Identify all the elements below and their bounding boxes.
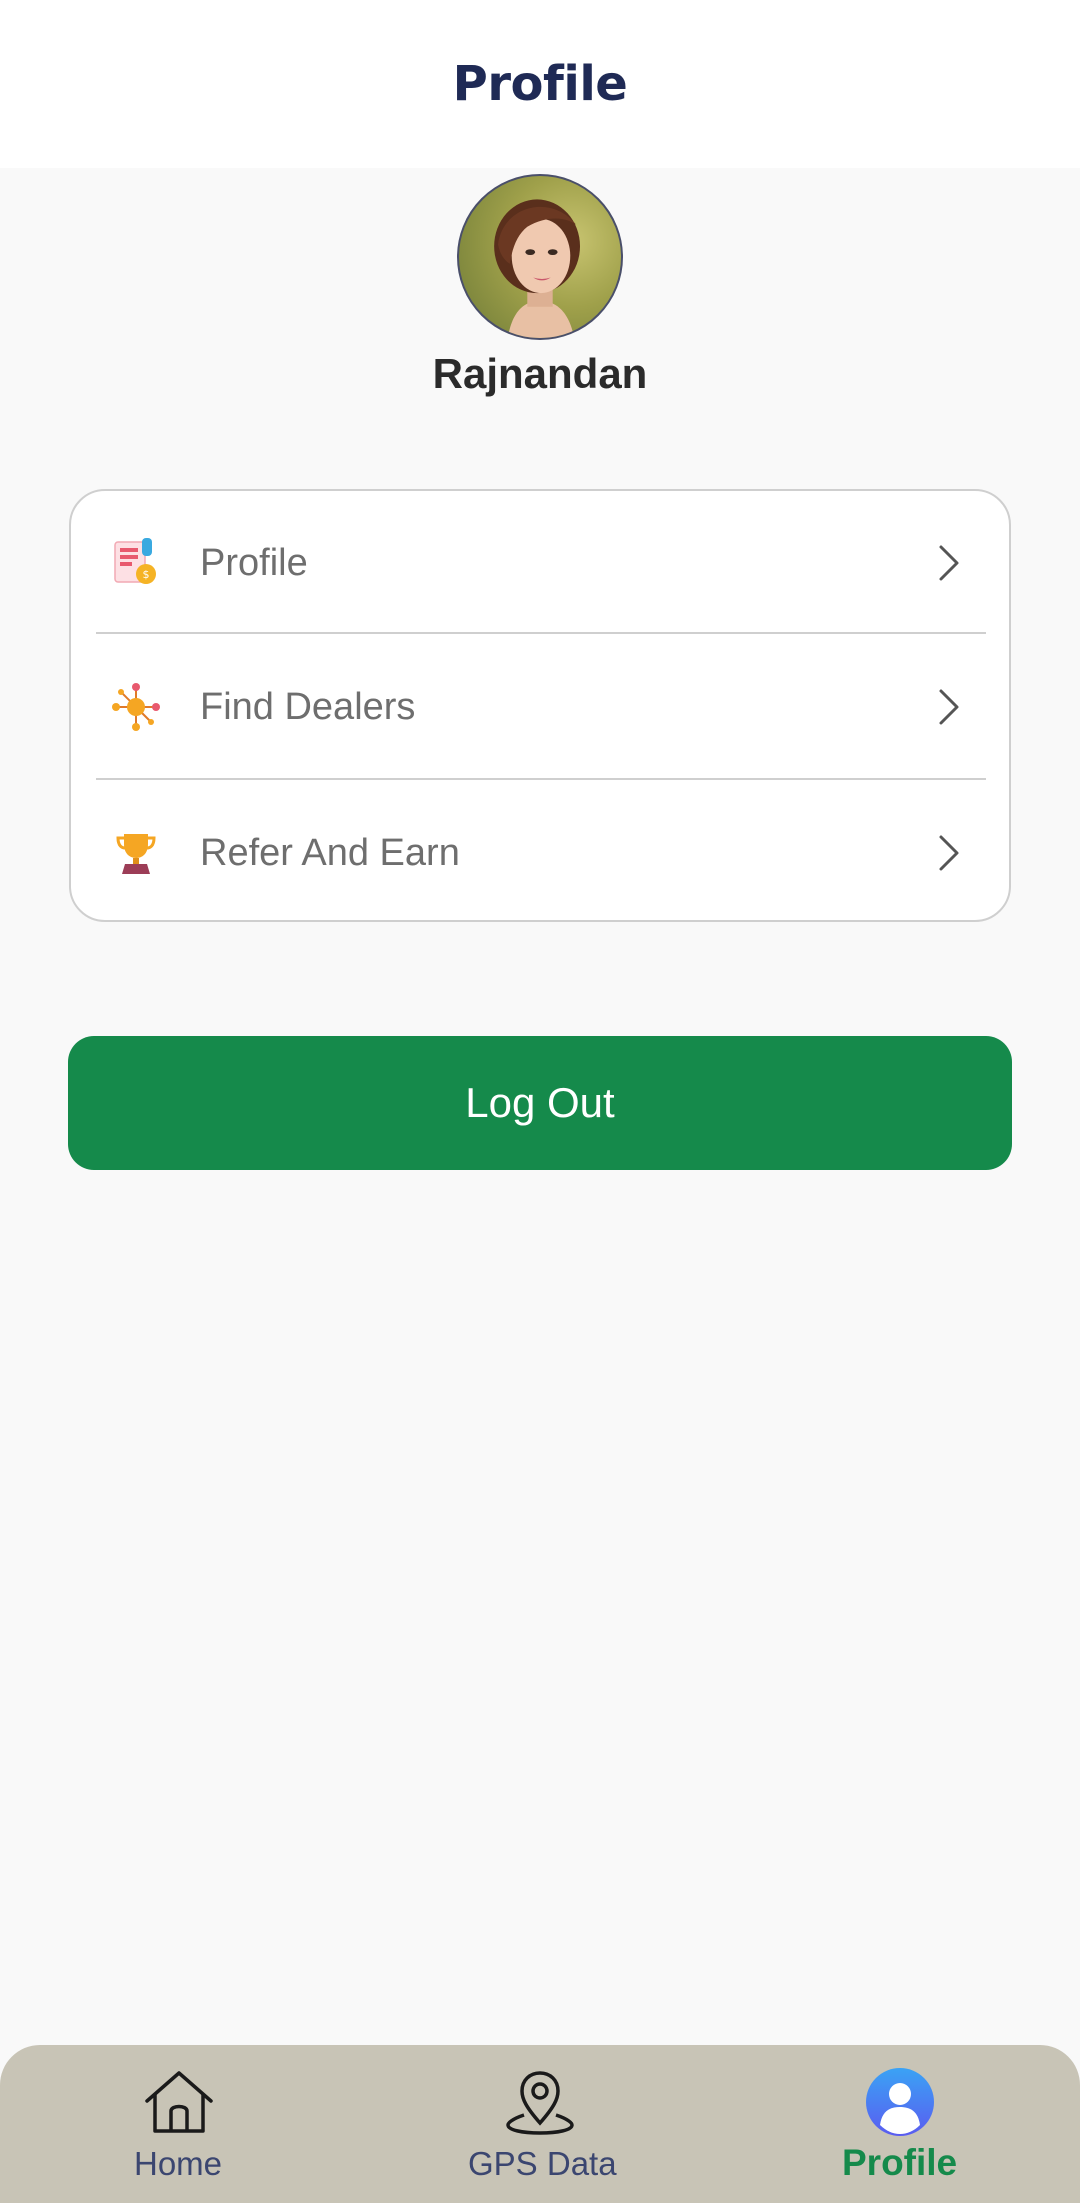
menu-item-label: Profile [200, 541, 308, 584]
nav-item-profile[interactable]: Profile [820, 2045, 980, 2203]
home-icon [145, 2071, 213, 2133]
divider [96, 632, 986, 634]
menu-item-profile[interactable]: $ Profile [71, 491, 1009, 635]
nav-label: GPS Data [468, 2145, 617, 2182]
logout-button[interactable]: Log Out [68, 1036, 1012, 1170]
nav-item-home[interactable]: Home [94, 2045, 264, 2203]
nav-label: Home [134, 2145, 223, 2182]
dealers-network-icon [111, 682, 161, 732]
menu-item-label: Find Dealers [200, 685, 416, 728]
profile-document-icon: $ [111, 538, 161, 588]
trophy-icon [111, 828, 161, 878]
divider [96, 778, 986, 780]
chevron-right-icon [939, 545, 959, 581]
user-avatar-icon [866, 2068, 934, 2136]
chevron-right-icon [939, 689, 959, 725]
menu-item-find-dealers[interactable]: Find Dealers [71, 635, 1009, 779]
app-header: Profile [0, 0, 1080, 168]
page-title: Profile [452, 56, 628, 112]
svg-text:$: $ [143, 568, 150, 581]
bottom-nav: Home GPS Data Profile [0, 2045, 1080, 2203]
map-pin-icon [506, 2071, 574, 2135]
menu-card: $ Profile Find Dealers Refer And Earn [69, 489, 1011, 922]
avatar[interactable] [457, 174, 623, 340]
chevron-right-icon [939, 835, 959, 871]
user-name: Rajnandan [432, 350, 648, 397]
nav-label: Profile [842, 2142, 958, 2183]
menu-item-label: Refer And Earn [200, 831, 460, 874]
nav-item-gps-data[interactable]: GPS Data [440, 2045, 640, 2203]
menu-item-refer-and-earn[interactable]: Refer And Earn [71, 781, 1009, 925]
avatar-photo [494, 199, 581, 338]
